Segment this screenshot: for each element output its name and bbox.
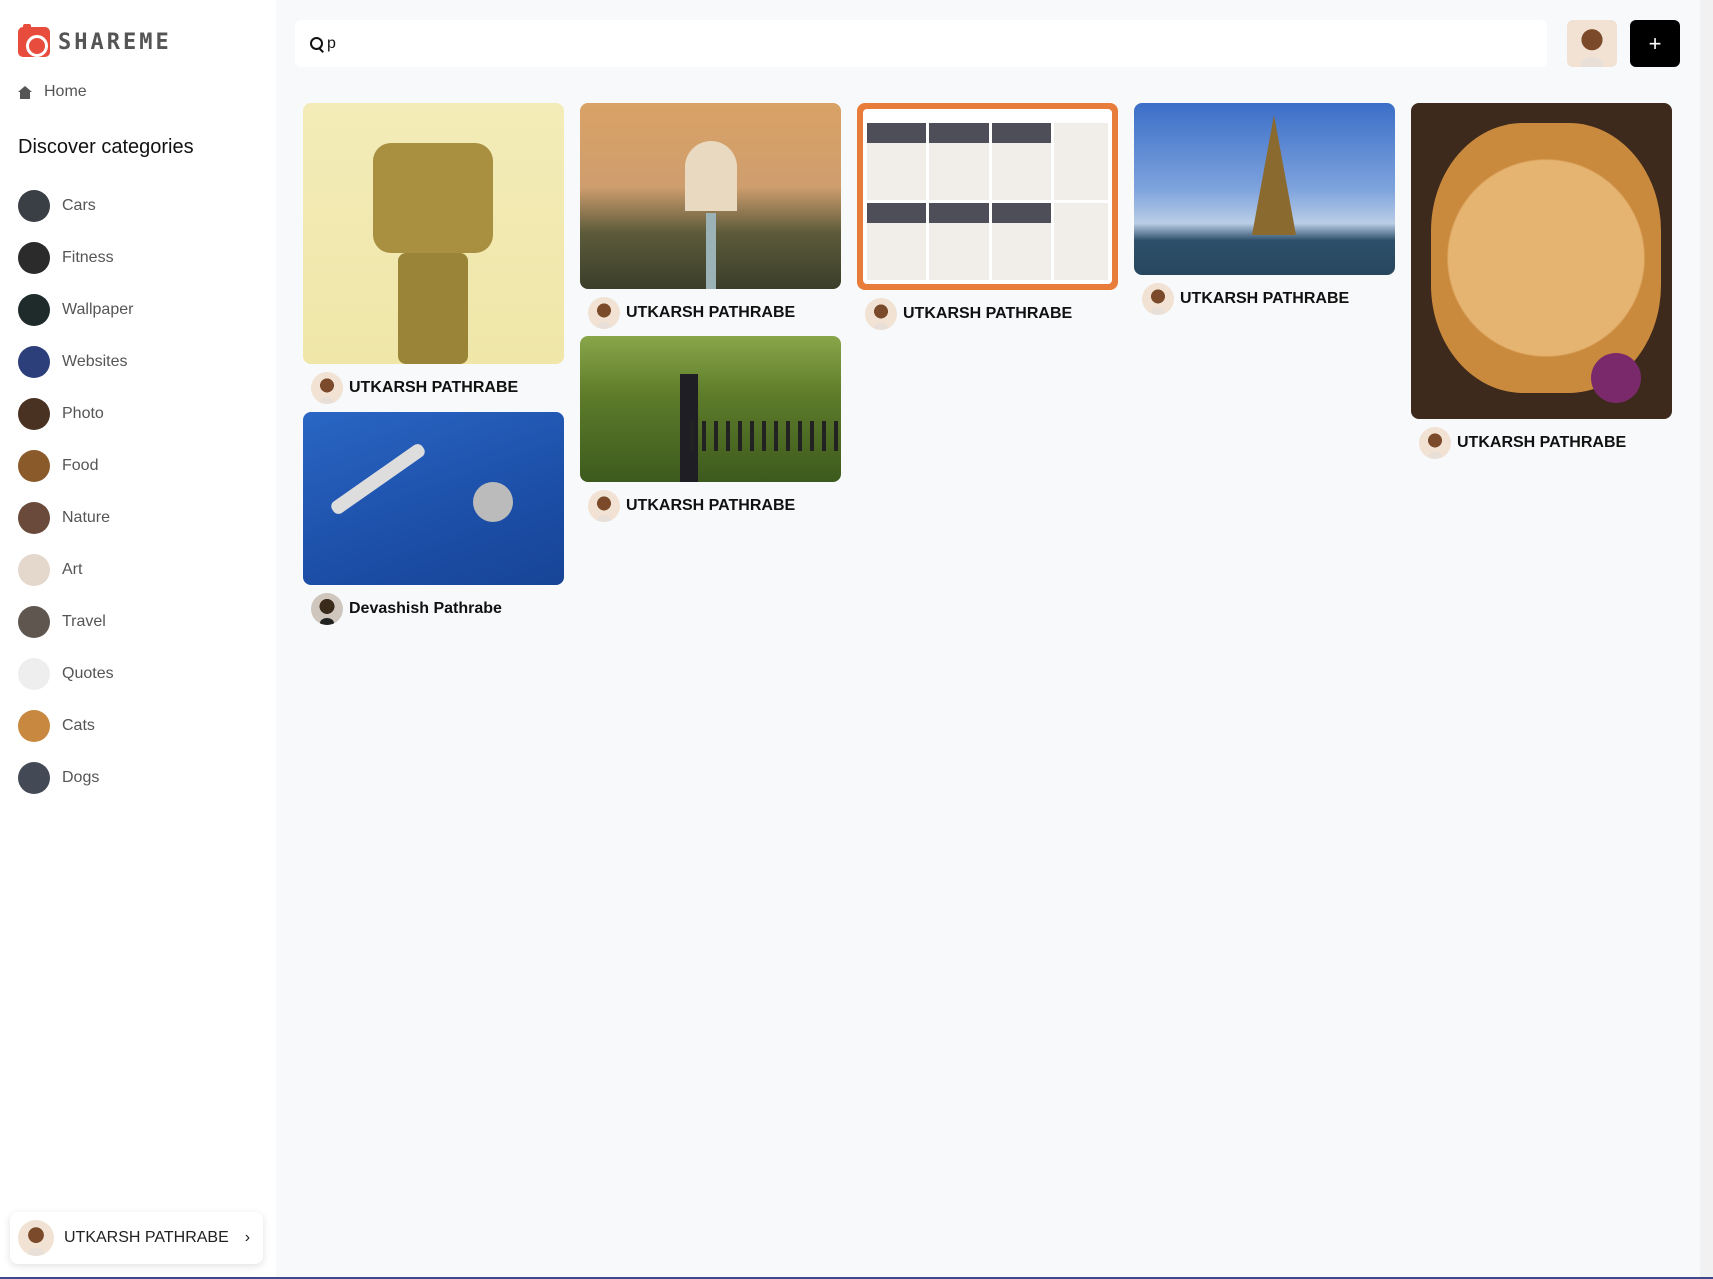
pin-image[interactable] <box>1134 103 1395 275</box>
avatar <box>865 298 897 330</box>
category-thumbnail <box>18 294 50 326</box>
user-name: UTKARSH PATHRABE <box>64 1229 229 1246</box>
category-thumbnail <box>18 502 50 534</box>
category-label: Cars <box>62 197 96 214</box>
author-name: UTKARSH PATHRABE <box>626 497 796 514</box>
category-thumbnail <box>18 710 50 742</box>
category-label: Dogs <box>62 769 100 786</box>
avatar <box>1419 427 1451 459</box>
user-profile-link[interactable]: UTKARSH PATHRABE › <box>10 1212 263 1264</box>
pin-author[interactable]: UTKARSH PATHRABE <box>857 298 1118 330</box>
category-label: Photo <box>62 405 104 422</box>
app-logo[interactable]: SHAREME <box>18 24 172 57</box>
scrollbar[interactable] <box>1700 0 1713 1279</box>
categories-heading: Discover categories <box>18 136 194 158</box>
category-thumbnail <box>18 450 50 482</box>
avatar <box>311 372 343 404</box>
pin-image[interactable] <box>1411 103 1672 419</box>
pin-card[interactable]: UTKARSH PATHRABE <box>1134 103 1395 315</box>
home-label: Home <box>44 83 87 100</box>
pin-image[interactable] <box>857 103 1118 290</box>
pin-image[interactable] <box>580 103 841 289</box>
category-label: Wallpaper <box>62 301 134 318</box>
pin-card[interactable]: Devashish Pathrabe <box>303 412 564 625</box>
category-thumbnail <box>18 554 50 586</box>
avatar <box>18 1220 54 1256</box>
sidebar-item-fitness[interactable]: Fitness <box>18 232 133 284</box>
screenshot-preview <box>863 109 1112 284</box>
category-label: Fitness <box>62 249 114 266</box>
search-icon <box>309 36 325 52</box>
sidebar-item-quotes[interactable]: Quotes <box>18 648 133 700</box>
category-label: Art <box>62 561 83 578</box>
pin-card[interactable]: UTKARSH PATHRABE <box>857 103 1118 330</box>
pin-author[interactable]: UTKARSH PATHRABE <box>580 297 841 329</box>
profile-avatar-button[interactable] <box>1567 20 1617 67</box>
camera-icon <box>18 24 50 57</box>
pin-image[interactable] <box>303 412 564 585</box>
search-bar[interactable] <box>295 20 1547 67</box>
author-name: UTKARSH PATHRABE <box>903 305 1073 322</box>
sidebar: SHAREME Home Discover categories Cars Fi… <box>0 0 276 1279</box>
avatar <box>588 297 620 329</box>
pin-image[interactable] <box>303 103 564 364</box>
category-label: Nature <box>62 509 111 526</box>
sidebar-item-cars[interactable]: Cars <box>18 180 133 232</box>
sidebar-item-travel[interactable]: Travel <box>18 596 133 648</box>
category-label: Food <box>62 457 99 474</box>
category-label: Travel <box>62 613 106 630</box>
logo-text: SHAREME <box>58 29 172 55</box>
sidebar-item-home[interactable]: Home <box>18 83 87 101</box>
pin-author[interactable]: Devashish Pathrabe <box>303 593 564 625</box>
sidebar-item-cats[interactable]: Cats <box>18 700 133 752</box>
category-label: Cats <box>62 717 95 734</box>
sidebar-item-food[interactable]: Food <box>18 440 133 492</box>
search-input[interactable] <box>327 34 927 53</box>
category-label: Websites <box>62 353 128 370</box>
sidebar-item-art[interactable]: Art <box>18 544 133 596</box>
pin-card[interactable]: UTKARSH PATHRABE <box>580 103 841 329</box>
avatar <box>311 593 343 625</box>
avatar <box>588 490 620 522</box>
add-pin-button[interactable]: + <box>1630 20 1680 67</box>
category-thumbnail <box>18 762 50 794</box>
author-name: UTKARSH PATHRABE <box>1457 434 1627 451</box>
pin-card[interactable]: UTKARSH PATHRABE <box>1411 103 1672 459</box>
sidebar-item-nature[interactable]: Nature <box>18 492 133 544</box>
sidebar-item-wallpaper[interactable]: Wallpaper <box>18 284 133 336</box>
pin-image[interactable] <box>580 336 841 482</box>
sidebar-item-photo[interactable]: Photo <box>18 388 133 440</box>
author-name: Devashish Pathrabe <box>349 600 502 617</box>
category-thumbnail <box>18 658 50 690</box>
sidebar-item-websites[interactable]: Websites <box>18 336 133 388</box>
chevron-right-icon: › <box>244 1229 251 1246</box>
pin-author[interactable]: UTKARSH PATHRABE <box>1134 283 1395 315</box>
category-thumbnail <box>18 190 50 222</box>
avatar <box>1142 283 1174 315</box>
pin-author[interactable]: UTKARSH PATHRABE <box>303 372 564 404</box>
pin-card[interactable]: UTKARSH PATHRABE <box>303 103 564 404</box>
home-icon <box>18 85 32 99</box>
sidebar-item-dogs[interactable]: Dogs <box>18 752 133 804</box>
category-label: Quotes <box>62 665 114 682</box>
category-thumbnail <box>18 606 50 638</box>
author-name: UTKARSH PATHRABE <box>1180 290 1350 307</box>
category-thumbnail <box>18 242 50 274</box>
category-list: Cars Fitness Wallpaper Websites Photo Fo… <box>18 180 133 804</box>
author-name: UTKARSH PATHRABE <box>349 379 519 396</box>
pin-card[interactable]: UTKARSH PATHRABE <box>580 336 841 522</box>
pin-author[interactable]: UTKARSH PATHRABE <box>580 490 841 522</box>
category-thumbnail <box>18 398 50 430</box>
author-name: UTKARSH PATHRABE <box>626 304 796 321</box>
category-thumbnail <box>18 346 50 378</box>
pin-author[interactable]: UTKARSH PATHRABE <box>1411 427 1672 459</box>
